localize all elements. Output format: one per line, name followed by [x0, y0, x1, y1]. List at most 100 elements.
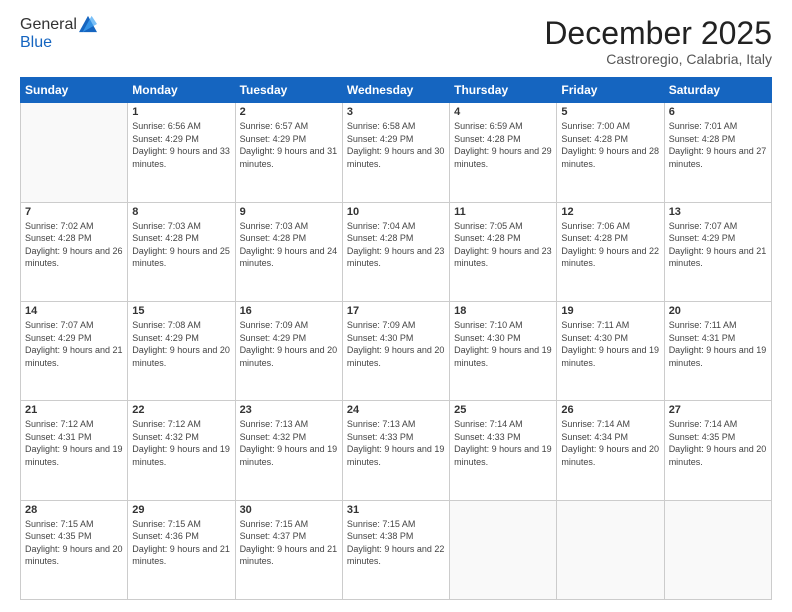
location: Castroregio, Calabria, Italy — [544, 51, 772, 67]
title-block: December 2025 Castroregio, Calabria, Ita… — [544, 16, 772, 67]
day-number: 17 — [347, 305, 445, 317]
day-info: Sunrise: 7:01 AMSunset: 4:28 PMDaylight:… — [669, 120, 767, 170]
day-number: 4 — [454, 106, 552, 118]
calendar-cell — [21, 103, 128, 202]
calendar-header-tuesday: Tuesday — [235, 78, 342, 103]
calendar-cell: 21 Sunrise: 7:12 AMSunset: 4:31 PMDayligh… — [21, 401, 128, 500]
day-number: 22 — [132, 404, 230, 416]
day-info: Sunrise: 7:14 AMSunset: 4:34 PMDaylight:… — [561, 418, 659, 468]
day-number: 7 — [25, 206, 123, 218]
calendar-week-0: 1 Sunrise: 6:56 AMSunset: 4:29 PMDaylight… — [21, 103, 772, 202]
calendar-cell: 4 Sunrise: 6:59 AMSunset: 4:28 PMDaylight… — [450, 103, 557, 202]
day-number: 28 — [25, 504, 123, 516]
day-info: Sunrise: 7:15 AMSunset: 4:36 PMDaylight:… — [132, 518, 230, 568]
day-info: Sunrise: 7:07 AMSunset: 4:29 PMDaylight:… — [669, 220, 767, 270]
calendar-cell: 24Sunrise: 7:13 AMSunset: 4:33 PMDayligh… — [342, 401, 449, 500]
day-number: 18 — [454, 305, 552, 317]
calendar-header-sunday: Sunday — [21, 78, 128, 103]
day-number: 15 — [132, 305, 230, 317]
calendar-cell: 26 Sunrise: 7:14 AMSunset: 4:34 PMDayligh… — [557, 401, 664, 500]
day-number: 8 — [132, 206, 230, 218]
calendar-cell: 1 Sunrise: 6:56 AMSunset: 4:29 PMDaylight… — [128, 103, 235, 202]
day-info: Sunrise: 7:03 AMSunset: 4:28 PMDaylight:… — [132, 220, 230, 270]
day-info: Sunrise: 6:56 AMSunset: 4:29 PMDaylight:… — [132, 120, 230, 170]
calendar-cell: 22 Sunrise: 7:12 AMSunset: 4:32 PMDayligh… — [128, 401, 235, 500]
calendar-cell: 10 Sunrise: 7:04 AMSunset: 4:28 PMDayligh… — [342, 202, 449, 301]
calendar-week-1: 7 Sunrise: 7:02 AMSunset: 4:28 PMDaylight… — [21, 202, 772, 301]
calendar-cell — [557, 500, 664, 599]
calendar-header-friday: Friday — [557, 78, 664, 103]
day-number: 16 — [240, 305, 338, 317]
day-number: 30 — [240, 504, 338, 516]
day-info: Sunrise: 7:09 AMSunset: 4:29 PMDaylight:… — [240, 319, 338, 369]
calendar: SundayMondayTuesdayWednesdayThursdayFrid… — [20, 77, 772, 600]
calendar-header-monday: Monday — [128, 78, 235, 103]
day-info: Sunrise: 7:11 AMSunset: 4:31 PMDaylight:… — [669, 319, 767, 369]
calendar-cell: 25 Sunrise: 7:14 AMSunset: 4:33 PMDayligh… — [450, 401, 557, 500]
day-number: 29 — [132, 504, 230, 516]
calendar-cell: 9 Sunrise: 7:03 AMSunset: 4:28 PMDaylight… — [235, 202, 342, 301]
day-number: 3 — [347, 106, 445, 118]
calendar-cell: 31Sunrise: 7:15 AMSunset: 4:38 PMDayligh… — [342, 500, 449, 599]
day-info: Sunrise: 7:14 AMSunset: 4:33 PMDaylight:… — [454, 418, 552, 468]
calendar-cell: 3Sunrise: 6:58 AMSunset: 4:29 PMDaylight… — [342, 103, 449, 202]
day-info: Sunrise: 7:13 AMSunset: 4:33 PMDaylight:… — [347, 418, 445, 468]
day-info: Sunrise: 7:12 AMSunset: 4:32 PMDaylight:… — [132, 418, 230, 468]
day-number: 13 — [669, 206, 767, 218]
day-number: 20 — [669, 305, 767, 317]
calendar-cell: 13 Sunrise: 7:07 AMSunset: 4:29 PMDayligh… — [664, 202, 771, 301]
day-number: 9 — [240, 206, 338, 218]
day-info: Sunrise: 7:05 AMSunset: 4:28 PMDaylight:… — [454, 220, 552, 270]
month-title: December 2025 — [544, 16, 772, 51]
day-info: Sunrise: 7:04 AMSunset: 4:28 PMDaylight:… — [347, 220, 445, 270]
calendar-cell: 5Sunrise: 7:00 AMSunset: 4:28 PMDaylight… — [557, 103, 664, 202]
calendar-cell: 29 Sunrise: 7:15 AMSunset: 4:36 PMDayligh… — [128, 500, 235, 599]
calendar-cell: 30 Sunrise: 7:15 AMSunset: 4:37 PMDayligh… — [235, 500, 342, 599]
calendar-body: 1 Sunrise: 6:56 AMSunset: 4:29 PMDaylight… — [21, 103, 772, 600]
day-info: Sunrise: 7:03 AMSunset: 4:28 PMDaylight:… — [240, 220, 338, 270]
calendar-cell: 6Sunrise: 7:01 AMSunset: 4:28 PMDaylight… — [664, 103, 771, 202]
calendar-header-row: SundayMondayTuesdayWednesdayThursdayFrid… — [21, 78, 772, 103]
logo: General Blue — [20, 16, 97, 52]
calendar-cell: 19Sunrise: 7:11 AMSunset: 4:30 PMDayligh… — [557, 301, 664, 400]
day-number: 14 — [25, 305, 123, 317]
calendar-cell: 17 Sunrise: 7:09 AMSunset: 4:30 PMDayligh… — [342, 301, 449, 400]
day-number: 1 — [132, 106, 230, 118]
day-info: Sunrise: 7:13 AMSunset: 4:32 PMDaylight:… — [240, 418, 338, 468]
day-info: Sunrise: 7:10 AMSunset: 4:30 PMDaylight:… — [454, 319, 552, 369]
calendar-header-thursday: Thursday — [450, 78, 557, 103]
day-info: Sunrise: 7:14 AMSunset: 4:35 PMDaylight:… — [669, 418, 767, 468]
day-info: Sunrise: 7:12 AMSunset: 4:31 PMDaylight:… — [25, 418, 123, 468]
calendar-cell: 27 Sunrise: 7:14 AMSunset: 4:35 PMDayligh… — [664, 401, 771, 500]
calendar-cell — [450, 500, 557, 599]
calendar-week-4: 28 Sunrise: 7:15 AMSunset: 4:35 PMDayligh… — [21, 500, 772, 599]
day-number: 25 — [454, 404, 552, 416]
calendar-cell: 2Sunrise: 6:57 AMSunset: 4:29 PMDaylight… — [235, 103, 342, 202]
day-info: Sunrise: 6:57 AMSunset: 4:29 PMDaylight:… — [240, 120, 338, 170]
calendar-cell: 16 Sunrise: 7:09 AMSunset: 4:29 PMDayligh… — [235, 301, 342, 400]
day-number: 21 — [25, 404, 123, 416]
day-number: 23 — [240, 404, 338, 416]
calendar-header-wednesday: Wednesday — [342, 78, 449, 103]
day-number: 5 — [561, 106, 659, 118]
day-info: Sunrise: 7:02 AMSunset: 4:28 PMDaylight:… — [25, 220, 123, 270]
header: General Blue December 2025 Castroregio, … — [20, 16, 772, 67]
day-number: 12 — [561, 206, 659, 218]
calendar-week-2: 14Sunrise: 7:07 AMSunset: 4:29 PMDayligh… — [21, 301, 772, 400]
day-number: 10 — [347, 206, 445, 218]
day-number: 26 — [561, 404, 659, 416]
calendar-week-3: 21 Sunrise: 7:12 AMSunset: 4:31 PMDayligh… — [21, 401, 772, 500]
day-info: Sunrise: 7:15 AMSunset: 4:35 PMDaylight:… — [25, 518, 123, 568]
day-info: Sunrise: 6:59 AMSunset: 4:28 PMDaylight:… — [454, 120, 552, 170]
calendar-cell: 20 Sunrise: 7:11 AMSunset: 4:31 PMDayligh… — [664, 301, 771, 400]
page: General Blue December 2025 Castroregio, … — [0, 0, 792, 612]
calendar-cell: 18 Sunrise: 7:10 AMSunset: 4:30 PMDayligh… — [450, 301, 557, 400]
calendar-header-saturday: Saturday — [664, 78, 771, 103]
day-number: 27 — [669, 404, 767, 416]
day-info: Sunrise: 7:09 AMSunset: 4:30 PMDaylight:… — [347, 319, 445, 369]
day-number: 11 — [454, 206, 552, 218]
logo-blue-text: Blue — [20, 34, 52, 51]
day-number: 19 — [561, 305, 659, 317]
logo-general-text: General — [20, 16, 77, 34]
day-info: Sunrise: 7:15 AMSunset: 4:37 PMDaylight:… — [240, 518, 338, 568]
